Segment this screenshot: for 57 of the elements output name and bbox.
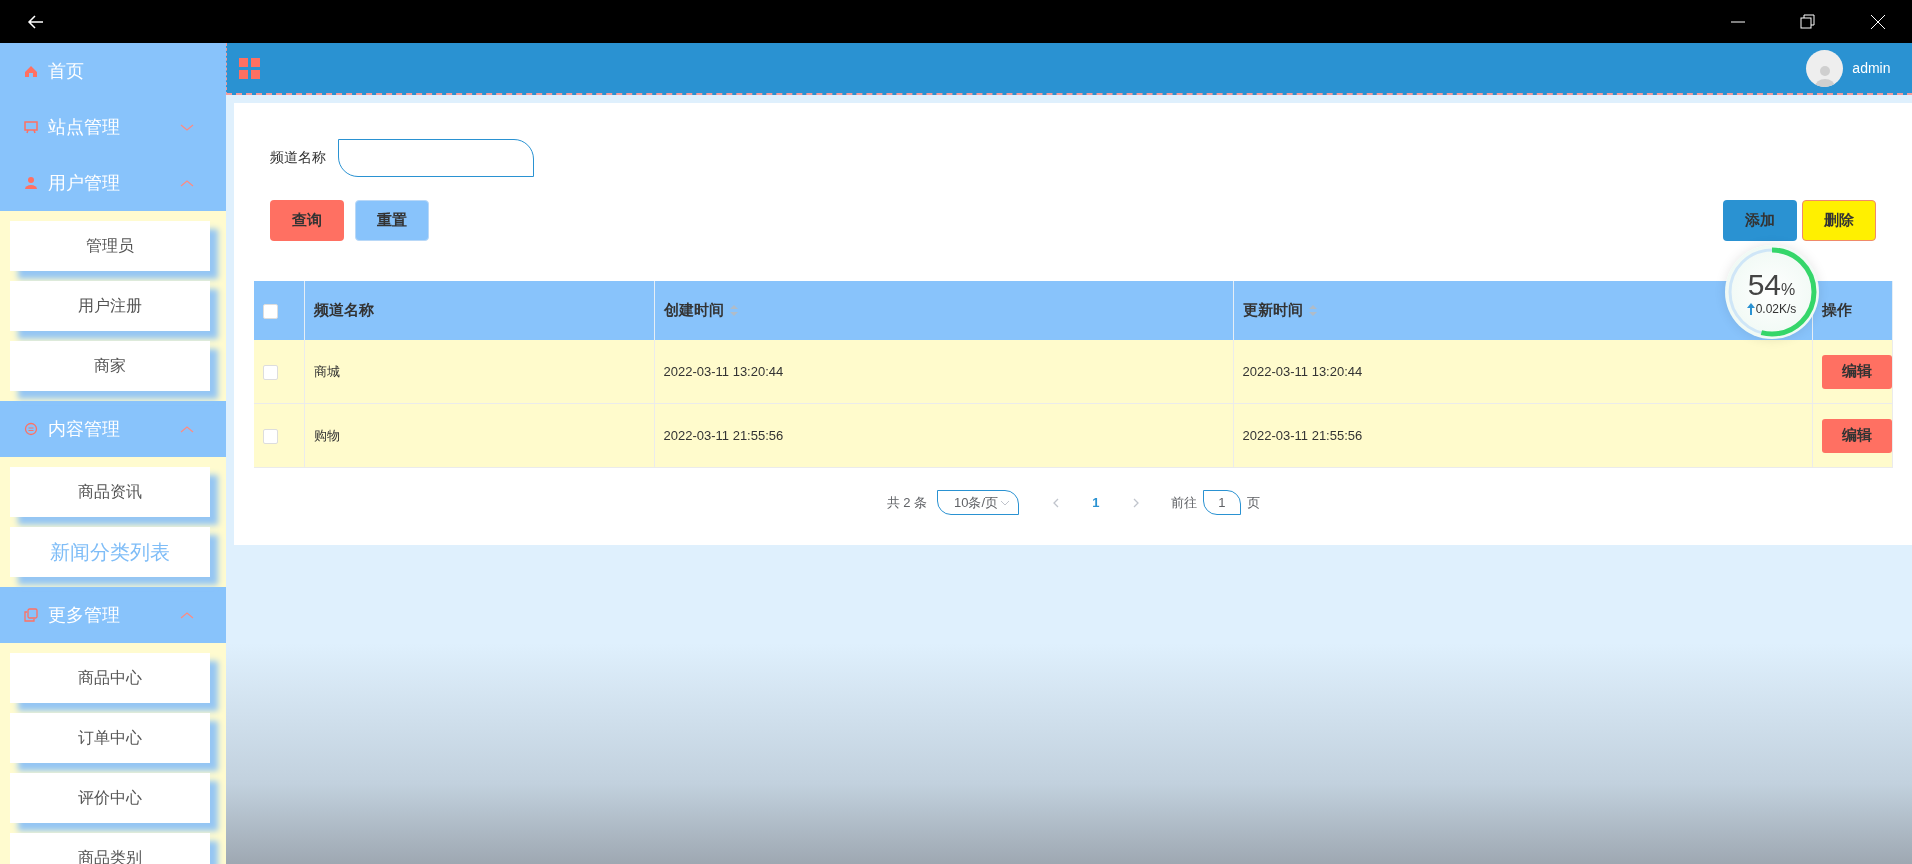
upload-rate: 0.02K/s: [1755, 302, 1797, 316]
page-input[interactable]: 1: [1203, 490, 1241, 515]
menu-item[interactable]: 订单中心: [10, 713, 210, 763]
menu-item[interactable]: 商品资讯: [10, 467, 210, 517]
chat-icon: [24, 422, 38, 436]
table-cell: 2022-03-11 13:20:44: [663, 364, 784, 379]
menu-item[interactable]: 商品类别: [10, 833, 210, 864]
avatar-icon[interactable]: [1806, 49, 1844, 87]
page-size-select[interactable]: 10条/页: [937, 490, 1019, 515]
user-icon: [24, 176, 38, 190]
query-button[interactable]: 查询: [270, 200, 344, 241]
restore-icon: [1799, 13, 1816, 30]
column-header: 频道名称: [313, 301, 374, 320]
table-cell: 2022-03-11 21:55:56: [1242, 428, 1363, 443]
monitor-icon: [24, 120, 38, 134]
menu-item[interactable]: 管理员: [10, 221, 210, 271]
add-button[interactable]: 添加: [1722, 200, 1797, 241]
sort-icon[interactable]: [1308, 305, 1317, 316]
percent-unit: %: [1781, 281, 1796, 299]
table-cell: 2022-03-11 21:55:56: [663, 428, 784, 443]
column-header: 操作: [1821, 301, 1852, 320]
sort-icon[interactable]: [729, 305, 738, 316]
menu-item[interactable]: 商品中心: [10, 653, 210, 703]
reset-button[interactable]: 重置: [355, 200, 429, 241]
chevron-down-icon: [1000, 499, 1010, 506]
upload-arrow-icon: [1746, 303, 1755, 315]
field-label: 频道名称: [270, 149, 326, 167]
close-icon: [1869, 13, 1886, 30]
grid-menu-icon[interactable]: [239, 57, 260, 79]
edit-button[interactable]: 编辑: [1821, 354, 1892, 389]
copy-icon: [24, 608, 38, 622]
edit-button[interactable]: 编辑: [1821, 418, 1892, 453]
total-count: 共 2 条: [886, 493, 927, 512]
page-suffix: 页: [1247, 493, 1260, 512]
table-cell: 2022-03-11 13:20:44: [1242, 364, 1363, 379]
percent-value: 54: [1747, 268, 1782, 302]
input-field[interactable]: [338, 139, 534, 177]
user-name[interactable]: admin: [1852, 60, 1891, 76]
home-icon: [24, 64, 38, 78]
menu-item[interactable]: 用户注册: [10, 281, 210, 331]
table-cell: 购物: [313, 427, 340, 443]
back-arrow-icon: [26, 12, 44, 31]
row-checkbox[interactable]: [263, 364, 278, 380]
menu-item[interactable]: 评价中心: [10, 773, 210, 823]
select-all-checkbox[interactable]: [263, 304, 278, 320]
row-checkbox[interactable]: [263, 428, 278, 444]
menu-item[interactable]: 商家: [10, 341, 210, 391]
chevron-icon: [1053, 497, 1059, 508]
delete-button[interactable]: 删除: [1801, 200, 1876, 241]
column-header[interactable]: 创建时间: [663, 301, 738, 320]
table-cell: 商城: [313, 363, 340, 379]
page-number[interactable]: 1: [1081, 494, 1111, 511]
goto-label: 前往: [1171, 493, 1197, 512]
chevron-icon: [1133, 497, 1139, 508]
speed-monitor-widget[interactable]: 54% 0.02K/s: [1724, 245, 1819, 339]
column-header[interactable]: 更新时间: [1242, 301, 1317, 320]
minimize-icon: [1729, 20, 1746, 23]
